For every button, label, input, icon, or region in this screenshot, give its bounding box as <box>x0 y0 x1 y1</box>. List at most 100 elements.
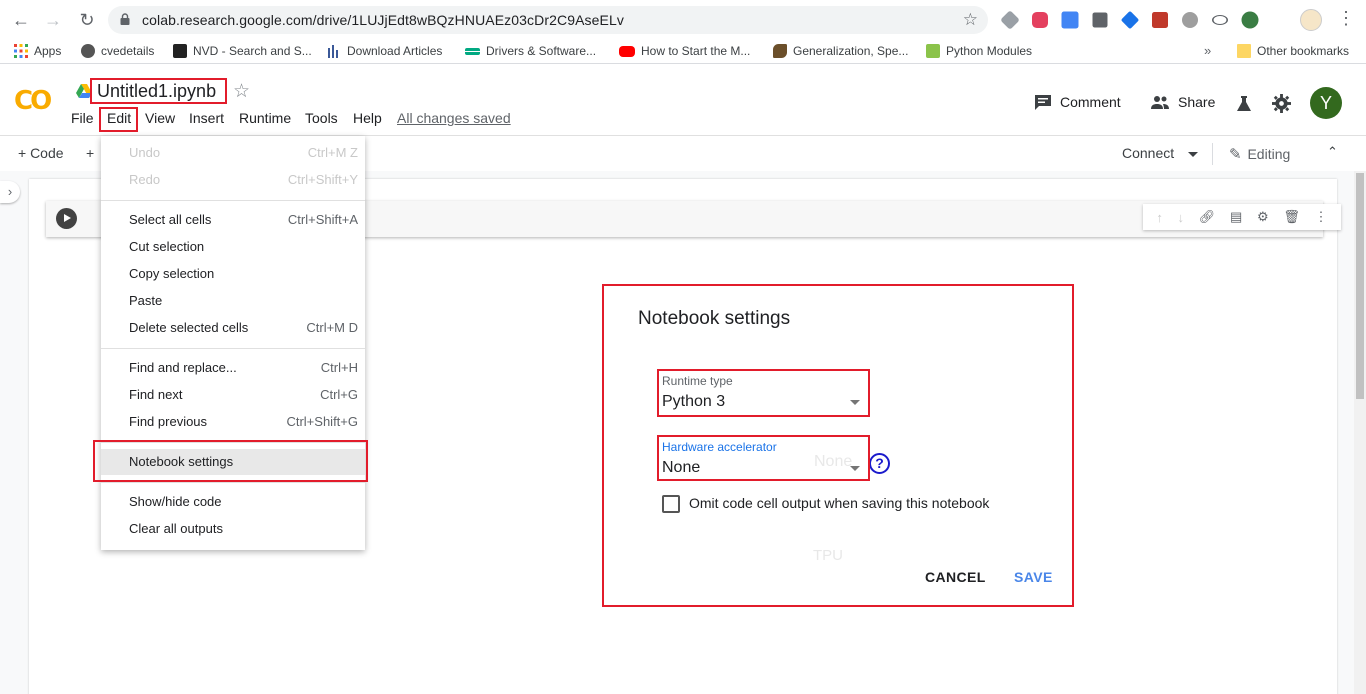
more-options-icon[interactable]: ⋮ <box>1315 209 1328 225</box>
address-bar[interactable]: colab.research.google.com/drive/1LUJjEdt… <box>108 6 988 34</box>
cell-settings-icon[interactable]: ⚙ <box>1257 209 1269 225</box>
sidebar-toggle-chevron-icon[interactable]: › <box>0 181 20 203</box>
bookmarks-overflow-button[interactable]: » <box>1204 43 1211 58</box>
menu-item-label: Copy selection <box>129 266 215 281</box>
cancel-button[interactable]: CANCEL <box>925 569 986 585</box>
menu-item-copy[interactable]: Copy selection <box>101 261 365 287</box>
save-button[interactable]: SAVE <box>1014 569 1053 585</box>
menu-item-redo[interactable]: Redo Ctrl+Shift+Y <box>101 167 365 193</box>
link-icon[interactable]: 🔗︎ <box>1199 209 1216 225</box>
bookmark-python-modules[interactable]: Python Modules <box>926 44 1032 58</box>
colab-logo[interactable]: CO <box>14 86 52 116</box>
menu-insert[interactable]: Insert <box>189 110 224 126</box>
scrollbar-thumb[interactable] <box>1356 173 1364 399</box>
menu-divider <box>101 200 365 201</box>
menu-item-find-previous[interactable]: Find previous Ctrl+Shift+G <box>101 409 365 435</box>
camera-extension-icon[interactable] <box>1092 12 1108 28</box>
cell-toolbar: ↑ ↓ 🔗︎ ▤ ⚙ 🗑︎ ⋮ <box>1143 204 1341 230</box>
menu-item-undo[interactable]: Undo Ctrl+M Z <box>101 140 365 166</box>
menu-item-delete[interactable]: Delete selected cells Ctrl+M D <box>101 315 365 341</box>
forward-arrow-icon[interactable]: → <box>42 9 64 31</box>
settings-gear-icon[interactable] <box>1272 94 1291 113</box>
url-text: colab.research.google.com/drive/1LUJjEdt… <box>142 12 624 28</box>
pencil-icon: ✎ <box>1229 146 1242 163</box>
bookmark-label: NVD - Search and S... <box>193 44 312 58</box>
move-up-icon[interactable]: ↑ <box>1156 210 1163 225</box>
translate-extension-icon[interactable] <box>1061 11 1079 29</box>
graduation-extension-icon[interactable] <box>1120 10 1140 30</box>
bookmark-star-icon[interactable]: ☆ <box>963 10 978 30</box>
delete-cell-icon[interactable]: 🗑︎ <box>1283 209 1300 225</box>
back-arrow-icon[interactable]: ← <box>10 9 32 31</box>
circle-extension-icon[interactable] <box>1182 12 1198 28</box>
pdf-extension-icon[interactable] <box>1152 12 1168 28</box>
menu-divider <box>101 348 365 349</box>
people-icon <box>1151 96 1169 109</box>
share-button[interactable]: Share <box>1150 94 1215 110</box>
instagram-extension-icon[interactable] <box>1032 12 1048 28</box>
move-down-icon[interactable]: ↓ <box>1178 210 1185 225</box>
menu-item-cut[interactable]: Cut selection <box>101 234 365 260</box>
editing-mode-button[interactable]: ✎ Editing <box>1229 145 1290 163</box>
bookmark-generalization[interactable]: Generalization, Spe... <box>773 44 908 58</box>
flask-icon[interactable] <box>1235 95 1253 113</box>
hardware-accelerator-value: None <box>662 459 701 476</box>
menu-runtime[interactable]: Runtime <box>239 110 291 126</box>
comment-cell-icon[interactable]: ▤ <box>1230 209 1242 225</box>
runtime-dropdown-caret-icon <box>850 400 860 405</box>
help-question-icon[interactable]: ? <box>869 453 890 474</box>
menu-item-find-next[interactable]: Find next Ctrl+G <box>101 382 365 408</box>
add-code-cell-button[interactable]: + Code <box>18 145 64 161</box>
bookmark-other[interactable]: Other bookmarks <box>1237 44 1349 58</box>
add-text-cell-button[interactable]: + <box>86 145 94 161</box>
toolbar-divider <box>1212 143 1213 165</box>
menu-edit[interactable]: Edit <box>107 110 131 126</box>
colab-header: CO Untitled1.ipynb ☆ File Edit View Inse… <box>0 70 1366 136</box>
menu-item-paste[interactable]: Paste <box>101 288 365 314</box>
connect-button[interactable]: Connect <box>1122 145 1199 161</box>
bookmark-cvedetails[interactable]: cvedetails <box>81 44 154 58</box>
menu-item-label: Redo <box>129 172 161 187</box>
menu-item-label: Find next <box>129 387 183 402</box>
page-scrollbar[interactable] <box>1354 171 1366 694</box>
menu-item-shortcut: Ctrl+G <box>320 387 358 402</box>
chrome-menu-icon[interactable]: ⋮ <box>1337 8 1355 29</box>
reload-icon[interactable]: ↻ <box>76 9 98 31</box>
bookmark-apps[interactable]: Apps <box>14 44 61 58</box>
menu-item-notebook-settings[interactable]: Notebook settings <box>101 449 365 475</box>
menu-divider <box>101 482 365 483</box>
menu-tools[interactable]: Tools <box>305 110 338 126</box>
bookmark-how-to-start[interactable]: How to Start the M... <box>619 44 750 58</box>
cube-extension-icon[interactable] <box>1000 10 1020 30</box>
menu-item-shortcut: Ctrl+H <box>320 360 358 375</box>
connect-label: Connect <box>1122 145 1175 161</box>
notebook-title[interactable]: Untitled1.ipynb <box>97 81 216 102</box>
hpe-favicon-icon <box>465 47 480 55</box>
comment-label: Comment <box>1060 94 1121 110</box>
google-drive-icon[interactable] <box>76 84 92 98</box>
menu-help[interactable]: Help <box>353 110 382 126</box>
star-notebook-icon[interactable]: ☆ <box>233 80 250 103</box>
menu-item-select-all[interactable]: Select all cells Ctrl+Shift+A <box>101 207 365 233</box>
bookmark-label: Download Articles <box>347 44 443 58</box>
bookmark-nvd[interactable]: NVD - Search and S... <box>173 44 312 58</box>
menu-item-shortcut: Ctrl+M Z <box>307 145 358 160</box>
menu-file[interactable]: File <box>71 110 94 126</box>
menu-item-show-hide-code[interactable]: Show/hide code <box>101 489 365 515</box>
bookmark-drivers[interactable]: Drivers & Software... <box>465 44 596 58</box>
bookmark-label: Drivers & Software... <box>486 44 597 58</box>
menu-view[interactable]: View <box>145 110 175 126</box>
user-avatar[interactable]: Y <box>1310 87 1342 119</box>
run-cell-icon[interactable] <box>56 208 77 229</box>
save-status[interactable]: All changes saved <box>397 110 511 126</box>
collapse-header-icon[interactable]: ⌃ <box>1327 144 1338 160</box>
menu-item-clear-outputs[interactable]: Clear all outputs <box>101 516 365 542</box>
menu-item-find-replace[interactable]: Find and replace... Ctrl+H <box>101 355 365 381</box>
globe-extension-icon[interactable] <box>1241 11 1259 29</box>
profile-avatar[interactable] <box>1300 9 1322 31</box>
bookmark-download-articles[interactable]: Download Articles <box>327 44 442 58</box>
hardware-dropdown-caret-icon <box>850 466 860 471</box>
comment-button[interactable]: Comment <box>1034 94 1121 110</box>
infinity-extension-icon[interactable] <box>1212 15 1228 25</box>
omit-output-checkbox[interactable] <box>662 495 680 513</box>
